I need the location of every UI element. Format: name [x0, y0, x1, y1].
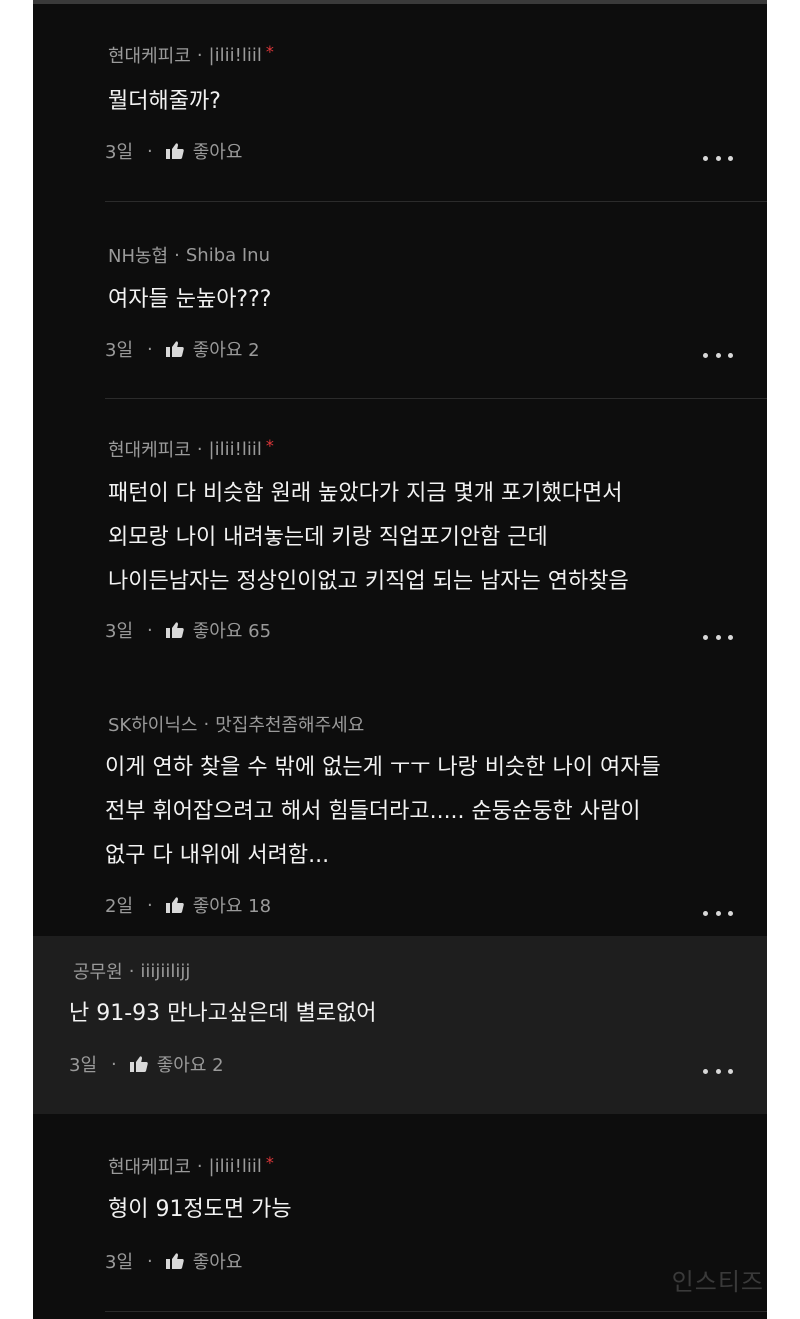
author-mark-icon: * — [265, 41, 274, 61]
thumbs-up-icon[interactable] — [165, 1252, 185, 1270]
thumbs-up-icon[interactable] — [165, 340, 185, 358]
comment-actions: 3일 · 좋아요 65 — [105, 617, 271, 643]
nickname[interactable]: Shiba Inu — [186, 245, 270, 266]
comment-actions: 3일 · 좋아요 2 — [69, 1051, 224, 1077]
comment-item: 현대케피코 · |ilii!liil * 형이 91정도면 가능 3일 · 좋아… — [33, 1114, 767, 1312]
comment-meta: 현대케피코 · |ilii!liil * — [108, 1153, 274, 1179]
nickname[interactable]: iiijiilijj — [140, 961, 190, 982]
comment-item-highlighted: 공무원 · iiijiilijj 난 91-93 만나고싶은데 별로없어 3일 … — [33, 936, 767, 1114]
comment-actions: 2일 · 좋아요 18 — [105, 892, 271, 918]
meta-separator: · — [147, 894, 153, 916]
comment-line: 이게 연하 찾을 수 밖에 없는게 ㅜㅜ 나랑 비슷한 나이 여자들 — [105, 755, 661, 780]
comment-thread: 현대케피코 · |ilii!liil * 뭘더해줄까? 3일 · 좋아요 NH농… — [33, 0, 767, 1319]
like-button[interactable]: 좋아요 — [193, 1248, 243, 1274]
comment-time: 3일 — [105, 142, 134, 163]
comment-text: 이게 연하 찾을 수 밖에 없는게 ㅜㅜ 나랑 비슷한 나이 여자들 전부 휘어… — [105, 746, 661, 878]
thumbs-up-icon[interactable] — [165, 896, 185, 914]
company-name[interactable]: SK하이닉스 — [108, 711, 197, 737]
like-button[interactable]: 좋아요 18 — [193, 892, 271, 918]
comment-meta: 현대케피코 · |ilii!liil * — [108, 42, 274, 68]
comment-line: 여자들 눈높아??? — [108, 287, 272, 312]
comment-time: 2일 — [105, 896, 134, 917]
thumbs-up-icon[interactable] — [165, 621, 185, 639]
like-button[interactable]: 좋아요 65 — [193, 617, 271, 643]
nickname[interactable]: |ilii!liil — [209, 439, 262, 460]
company-name[interactable]: 현대케피코 — [108, 436, 191, 462]
more-options-button[interactable] — [703, 350, 733, 360]
comment-line: 형이 91정도면 가능 — [108, 1197, 292, 1222]
meta-separator: · — [196, 44, 203, 66]
comment-meta: SK하이닉스 · 맛집추천좀해주세요 — [108, 711, 364, 737]
comment-text: 뭘더해줄까? — [108, 80, 221, 124]
nickname[interactable]: |ilii!liil — [209, 1156, 262, 1177]
comment-time: 3일 — [105, 340, 134, 361]
nickname[interactable]: 맛집추천좀해주세요 — [215, 711, 364, 737]
comment-line: 전부 휘어잡으려고 해서 힘들더라고..... 순둥순둥한 사람이 — [105, 799, 641, 824]
comment-item: NH농협 · Shiba Inu 여자들 눈높아??? 3일 · 좋아요 2 — [33, 202, 767, 398]
author-mark-icon: * — [265, 435, 274, 455]
company-name[interactable]: 현대케피코 — [108, 1153, 191, 1179]
meta-separator: · — [174, 244, 180, 266]
more-options-button[interactable] — [703, 153, 733, 163]
company-name[interactable]: 현대케피코 — [108, 42, 191, 68]
comment-actions: 3일 · 좋아요 2 — [105, 336, 260, 362]
comment-line: 뭘더해줄까? — [108, 89, 221, 114]
watermark-logo: 인스티즈 — [671, 1268, 764, 1296]
comment-text: 형이 91정도면 가능 — [108, 1188, 292, 1232]
comment-text: 여자들 눈높아??? — [108, 278, 271, 322]
author-mark-icon: * — [265, 1152, 274, 1172]
comment-time: 3일 — [105, 1252, 134, 1273]
comment-time: 3일 — [105, 621, 134, 642]
meta-separator: · — [147, 140, 153, 162]
comment-text: 패턴이 다 비슷함 원래 높았다가 지금 몇개 포기했다면서 외모랑 나이 내려… — [108, 472, 629, 604]
company-name[interactable]: NH농협 — [108, 242, 168, 268]
comment-line: 패턴이 다 비슷함 원래 높았다가 지금 몇개 포기했다면서 — [108, 481, 623, 506]
thumbs-up-icon[interactable] — [165, 142, 185, 160]
comment-line: 난 91-93 만나고싶은데 별로없어 — [69, 1001, 377, 1026]
comment-text: 난 91-93 만나고싶은데 별로없어 — [69, 992, 377, 1036]
company-name[interactable]: 공무원 — [73, 958, 123, 984]
meta-separator: · — [147, 338, 153, 360]
comment-divider — [105, 1311, 767, 1312]
comment-item: 현대케피코 · |ilii!liil * 뭘더해줄까? 3일 · 좋아요 — [33, 0, 767, 200]
meta-separator: · — [111, 1053, 117, 1075]
comment-item: SK하이닉스 · 맛집추천좀해주세요 이게 연하 찾을 수 밖에 없는게 ㅜㅜ … — [33, 676, 767, 934]
thumbs-up-icon[interactable] — [129, 1055, 149, 1073]
meta-separator: · — [147, 619, 153, 641]
comment-time: 3일 — [69, 1055, 98, 1076]
comment-meta: NH농협 · Shiba Inu — [108, 242, 270, 268]
comment-item: 현대케피코 · |ilii!liil * 패턴이 다 비슷함 원래 높았다가 지… — [33, 399, 767, 675]
like-button[interactable]: 좋아요 2 — [193, 336, 260, 362]
meta-separator: · — [196, 1155, 203, 1177]
more-options-button[interactable] — [703, 908, 733, 918]
meta-separator: · — [147, 1250, 153, 1272]
nickname[interactable]: |ilii!liil — [209, 45, 262, 66]
more-options-button[interactable] — [703, 632, 733, 642]
meta-separator: · — [196, 438, 203, 460]
comment-line: 나이든남자는 정상인이없고 키직업 되는 남자는 연하찾음 — [108, 569, 629, 594]
meta-separator: · — [203, 713, 210, 735]
comment-meta: 공무원 · iiijiilijj — [73, 958, 190, 984]
comment-line: 외모랑 나이 내려놓는데 키랑 직업포기안함 근데 — [108, 525, 548, 550]
more-options-button[interactable] — [703, 1066, 733, 1076]
comment-line: 없구 다 내위에 서려함... — [105, 843, 330, 868]
comment-meta: 현대케피코 · |ilii!liil * — [108, 436, 274, 462]
comment-actions: 3일 · 좋아요 — [105, 1248, 242, 1274]
comment-actions: 3일 · 좋아요 — [105, 138, 242, 164]
meta-separator: · — [128, 960, 135, 982]
like-button[interactable]: 좋아요 — [193, 138, 243, 164]
like-button[interactable]: 좋아요 2 — [157, 1051, 224, 1077]
